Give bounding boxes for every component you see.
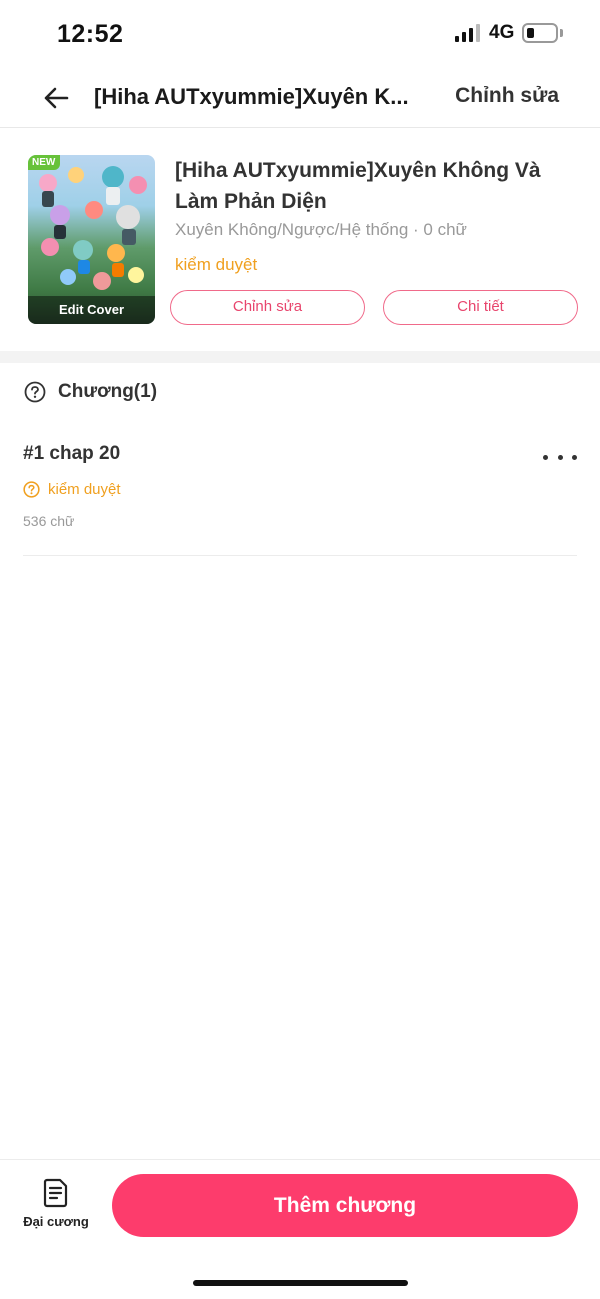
chapter-item[interactable]: #1 chap 20 kiểm duyệt 536 chữ <box>23 430 577 556</box>
battery-icon <box>522 23 558 43</box>
book-status: kiểm duyệt <box>175 255 258 274</box>
battery-fill <box>527 28 534 38</box>
signal-icon <box>455 24 481 42</box>
more-options-icon[interactable] <box>543 444 577 470</box>
book-title: [Hiha AUTxyummie]Xuyên Không Và Làm Phản… <box>175 159 541 213</box>
network-type: 4G <box>489 22 515 43</box>
book-cover[interactable]: NEW Edit Cover <box>28 155 155 324</box>
home-indicator[interactable] <box>193 1280 408 1286</box>
section-divider <box>0 351 600 363</box>
status-time: 12:52 <box>57 20 124 48</box>
add-chapter-button[interactable]: Thêm chương <box>112 1174 578 1237</box>
bottom-bar: Đại cương Thêm chương <box>0 1159 600 1299</box>
page-title: [Hiha AUTxyummie]Xuyên K... <box>94 84 409 109</box>
pending-review-icon <box>23 481 40 498</box>
arrow-left-icon <box>44 87 69 109</box>
nav-bar: [Hiha AUTxyummie]Xuyên K... Chỉnh sửa <box>0 68 600 128</box>
edit-book-button[interactable]: Chỉnh sửa <box>170 290 365 325</box>
details-button[interactable]: Chi tiết <box>383 290 578 325</box>
edit-cover-label[interactable]: Edit Cover <box>28 296 155 324</box>
outline-button[interactable]: Đại cương <box>22 1178 90 1234</box>
chapters-count-label: Chương(1) <box>58 381 158 402</box>
back-button[interactable] <box>36 80 76 116</box>
chapter-title: #1 chap 20 <box>23 443 121 464</box>
chapter-word-count: 536 chữ <box>23 513 75 529</box>
chapters-header: Chương(1) <box>24 375 157 409</box>
chapter-status-text: kiểm duyệt <box>48 481 121 498</box>
document-icon <box>43 1178 68 1208</box>
book-card: NEW Edit Cover [Hiha AUTxyummie]Xuyên Kh… <box>0 129 600 351</box>
edit-button[interactable]: Chỉnh sửa <box>455 84 559 108</box>
new-badge: NEW <box>28 155 61 170</box>
outline-label: Đại cương <box>23 1214 89 1229</box>
status-bar: 12:52 4G <box>0 0 600 68</box>
battery-tip <box>560 29 563 37</box>
question-circle-icon[interactable] <box>24 381 46 403</box>
book-meta: Xuyên Không/Ngược/Hệ thống · 0 chữ <box>175 220 467 239</box>
chapter-status: kiểm duyệt <box>23 481 121 498</box>
